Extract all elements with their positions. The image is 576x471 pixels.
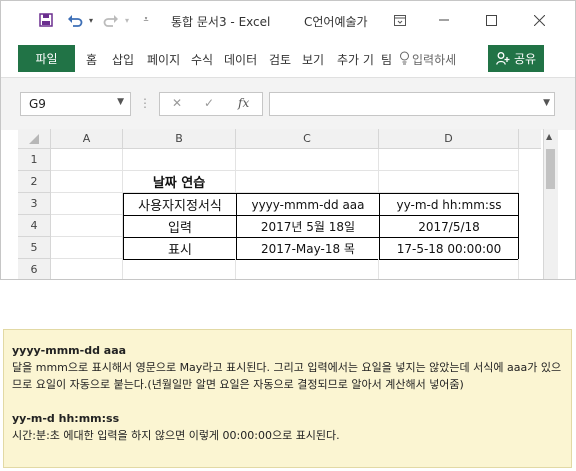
user-name[interactable]: C언어예술가	[304, 13, 368, 30]
tab-page-layout[interactable]: 페이지	[147, 51, 180, 68]
cell-a5[interactable]	[51, 237, 123, 259]
row-header-4[interactable]: 4	[18, 215, 51, 237]
cell-d3[interactable]: yy-m-d hh:mm:ss	[379, 193, 519, 216]
row-header-1[interactable]: 1	[18, 149, 51, 171]
row-header-5[interactable]: 5	[18, 237, 51, 259]
undo-dropdown-icon[interactable]: ▾	[86, 11, 96, 29]
formula-buttons: ✕ ✓ fx	[159, 92, 263, 116]
cancel-icon[interactable]: ✕	[172, 96, 182, 110]
insert-function-icon[interactable]: fx	[238, 96, 249, 110]
title-bar: ▾ ▾ ⩡ 통합 문서3 - Excel C언어예술가	[1, 1, 575, 39]
formula-bar: G9 ▼ ⋮ ✕ ✓ fx ▼	[1, 77, 575, 130]
cell-c6[interactable]	[236, 259, 379, 279]
customize-icon[interactable]: ⩡	[140, 11, 152, 29]
tell-me-input[interactable]: 입력하세	[412, 51, 456, 68]
vertical-scrollbar[interactable]: ▲	[543, 129, 558, 279]
cell-b4[interactable]: 입력	[123, 215, 237, 238]
row-header-6[interactable]: 6	[18, 259, 51, 279]
tab-insert[interactable]: 삽입	[112, 51, 134, 68]
name-box[interactable]: G9 ▼	[20, 92, 131, 116]
maximize-icon[interactable]	[473, 7, 509, 33]
tab-addins[interactable]: 추가 기	[337, 51, 374, 68]
more-options-icon[interactable]: ⋮	[139, 96, 151, 110]
cell-b2[interactable]: 날짜 연습	[123, 171, 236, 193]
cell-b6[interactable]	[123, 259, 236, 279]
tab-formulas[interactable]: 수식	[191, 51, 213, 68]
cell-c5[interactable]: 2017-May-18 목	[236, 237, 380, 260]
tab-file[interactable]: 파일	[18, 45, 75, 72]
cell-d1[interactable]	[379, 149, 519, 171]
enter-check-icon[interactable]: ✓	[204, 96, 214, 110]
cell-b3[interactable]: 사용자지정서식	[123, 193, 237, 216]
cell-c4[interactable]: 2017년 5월 18일	[236, 215, 380, 238]
cell-d6[interactable]	[379, 259, 519, 279]
note-heading-2: yy-m-d hh:mm:ss	[12, 412, 120, 425]
tab-team[interactable]: 팀	[381, 51, 392, 68]
ribbon-display-icon[interactable]	[393, 11, 407, 29]
cell-a6[interactable]	[51, 259, 123, 279]
person-add-icon	[496, 52, 510, 65]
ribbon-tabs: 파일 홈 삽입 페이지 수식 데이터 검토 보기 추가 기 팀 입력하세 공유	[1, 41, 575, 75]
note-text-1: 달을 mmm으로 표시해서 영문으로 May라고 표시된다. 그리고 입력에서는…	[12, 361, 562, 391]
row-header-2[interactable]: 2	[18, 171, 51, 193]
tab-review[interactable]: 검토	[269, 51, 291, 68]
column-header-b[interactable]: B	[123, 129, 236, 149]
save-icon[interactable]	[37, 11, 55, 29]
name-box-value: G9	[29, 97, 46, 111]
note-heading-1: yyyy-mmm-dd aaa	[12, 344, 127, 357]
note-text-2: 시간:분:초 에대한 입력을 하지 않으면 이렇게 00:00:00으로 표시된…	[12, 429, 340, 442]
cell-c1[interactable]	[236, 149, 379, 171]
scroll-up-icon[interactable]: ▲	[546, 132, 552, 141]
cell-a1[interactable]	[51, 149, 123, 171]
expand-formula-icon[interactable]: ▼	[543, 98, 550, 108]
window-title: 통합 문서3 - Excel	[171, 15, 271, 29]
share-button[interactable]: 공유	[488, 45, 544, 72]
cell-a2[interactable]	[51, 171, 123, 193]
cell-a3[interactable]	[51, 193, 123, 215]
tab-home[interactable]: 홈	[86, 51, 97, 68]
cell-d2[interactable]	[379, 171, 519, 193]
worksheet-grid: A B C D 1 2 3 4 5 6 날짜 연습 사용자지정서식 yyyy-m…	[18, 129, 541, 279]
redo-dropdown-icon[interactable]: ▾	[122, 11, 132, 29]
formula-input[interactable]: ▼	[269, 92, 555, 116]
cell-b1[interactable]	[123, 149, 236, 171]
excel-window: ▾ ▾ ⩡ 통합 문서3 - Excel C언어예술가 파일 홈 삽입 페이지 …	[0, 0, 576, 280]
cell-a4[interactable]	[51, 215, 123, 237]
cell-d4[interactable]: 2017/5/18	[379, 215, 519, 238]
cell-c2[interactable]	[236, 171, 379, 193]
select-all-corner[interactable]	[18, 129, 51, 149]
column-header-a[interactable]: A	[51, 129, 123, 149]
share-label: 공유	[513, 52, 537, 66]
chevron-down-icon[interactable]: ▼	[117, 97, 124, 107]
cell-d5[interactable]: 17-5-18 00:00:00	[379, 237, 519, 260]
undo-icon[interactable]	[65, 11, 85, 29]
row-header-3[interactable]: 3	[18, 193, 51, 215]
explanation-note: yyyy-mmm-dd aaa 달을 mmm으로 표시해서 영문으로 May라고…	[3, 329, 572, 468]
tab-view[interactable]: 보기	[302, 51, 324, 68]
column-header-e[interactable]	[519, 129, 541, 149]
column-header-d[interactable]: D	[379, 129, 519, 149]
lightbulb-icon	[399, 51, 410, 68]
close-icon[interactable]	[521, 7, 557, 33]
minimize-icon[interactable]	[426, 7, 462, 33]
tab-data[interactable]: 데이터	[224, 51, 262, 68]
column-header-c[interactable]: C	[236, 129, 379, 149]
cell-b5[interactable]: 표시	[123, 237, 237, 260]
scrollbar-thumb[interactable]	[546, 149, 555, 189]
cell-c3[interactable]: yyyy-mmm-dd aaa	[236, 193, 380, 216]
redo-icon[interactable]	[101, 11, 121, 29]
